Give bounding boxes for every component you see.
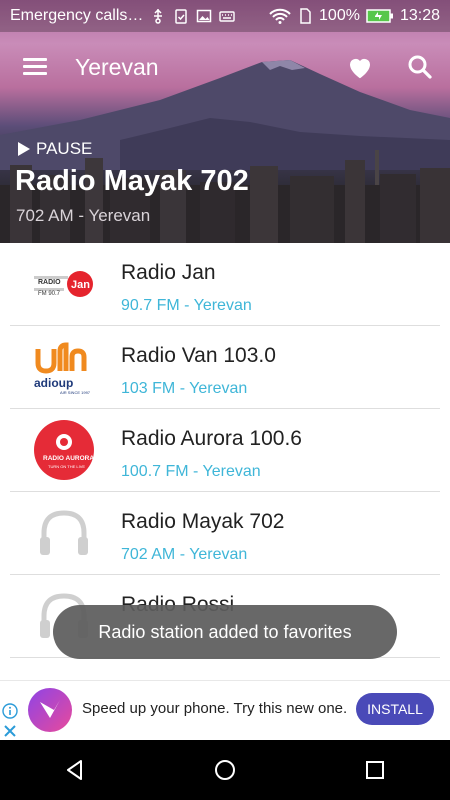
list-item[interactable]: RADIO AURORA TURN ON THE LIVE Radio Auro… bbox=[10, 409, 440, 492]
search-icon[interactable] bbox=[405, 52, 435, 82]
play-pause-button[interactable]: PAUSE bbox=[18, 139, 92, 159]
favorite-heart-icon[interactable] bbox=[345, 52, 375, 82]
headphones-icon bbox=[40, 510, 88, 555]
menu-icon[interactable] bbox=[18, 52, 52, 82]
now-playing-title: Radio Mayak 702 bbox=[15, 165, 249, 197]
ad-app-logo bbox=[28, 688, 72, 732]
ad-text: Speed up your phone. Try this new one. bbox=[82, 700, 348, 717]
recents-icon[interactable] bbox=[355, 750, 395, 790]
station-list: RADIO FM 90.7 Jan Radio Jan 90.7 FM - Ye… bbox=[0, 243, 450, 658]
station-name: Radio Aurora 100.6 bbox=[121, 427, 302, 450]
jan-radio-text: RADIO bbox=[38, 279, 61, 286]
aurora-logo-text: RADIO AURORA bbox=[43, 455, 94, 462]
station-frequency: 702 AM - Yerevan bbox=[121, 546, 248, 563]
aurora-logo-tag: TURN ON THE LIVE bbox=[48, 464, 85, 469]
install-button[interactable]: INSTALL bbox=[356, 693, 434, 725]
status-bar: Emergency calls… 100% 13:28 bbox=[0, 0, 450, 32]
station-frequency: 90.7 FM - Yerevan bbox=[121, 297, 252, 314]
battery-percent: 100% bbox=[319, 7, 360, 24]
carrier-text: Emergency calls… bbox=[10, 7, 144, 24]
clock: 13:28 bbox=[399, 7, 440, 24]
home-icon[interactable] bbox=[205, 750, 245, 790]
radio-van-logo: adioup AIR SINCE 1997 bbox=[34, 342, 91, 395]
station-header: Yerevan PAUSE Radio Mayak 702 702 AM - Y… bbox=[0, 0, 450, 243]
van-logo-text: adioup bbox=[34, 376, 73, 390]
keyboard-icon bbox=[219, 11, 236, 22]
toast-message: Radio station added to favorites bbox=[53, 605, 397, 659]
station-name: Radio Van 103.0 bbox=[121, 344, 276, 367]
jan-brand-text: Jan bbox=[71, 279, 90, 291]
play-state-label: PAUSE bbox=[36, 139, 93, 158]
radio-jan-logo: RADIO FM 90.7 Jan bbox=[34, 271, 93, 297]
city-title: Yerevan bbox=[75, 54, 159, 80]
list-item[interactable]: Radio Mayak 702 702 AM - Yerevan bbox=[10, 492, 440, 575]
image-icon bbox=[197, 9, 212, 23]
usb-icon bbox=[154, 8, 163, 24]
back-icon[interactable] bbox=[55, 750, 95, 790]
battery-icon bbox=[366, 9, 393, 23]
station-frequency: 103 FM - Yerevan bbox=[121, 380, 248, 397]
jan-freq-text: FM 90.7 bbox=[38, 291, 61, 297]
navigation-bar bbox=[0, 740, 450, 800]
station-name: Radio Mayak 702 bbox=[121, 510, 285, 533]
app-toolbar: Yerevan bbox=[0, 40, 450, 96]
station-frequency: 100.7 FM - Yerevan bbox=[121, 463, 261, 480]
radio-aurora-logo: RADIO AURORA TURN ON THE LIVE bbox=[34, 420, 94, 480]
play-icon bbox=[18, 142, 30, 156]
list-item[interactable]: adioup AIR SINCE 1997 Radio Van 103.0 10… bbox=[10, 326, 440, 409]
now-playing-subtitle: 702 AM - Yerevan bbox=[16, 206, 151, 225]
info-icon[interactable] bbox=[2, 703, 18, 719]
clipboard-check-icon bbox=[175, 9, 188, 24]
list-item[interactable]: RADIO FM 90.7 Jan Radio Jan 90.7 FM - Ye… bbox=[10, 243, 440, 326]
close-icon[interactable] bbox=[2, 723, 18, 739]
wifi-icon bbox=[269, 8, 291, 24]
sim-icon bbox=[300, 8, 311, 24]
ad-banner: Speed up your phone. Try this new one. I… bbox=[0, 680, 450, 741]
station-name: Radio Jan bbox=[121, 261, 216, 284]
van-logo-sub: AIR SINCE 1997 bbox=[60, 390, 91, 395]
